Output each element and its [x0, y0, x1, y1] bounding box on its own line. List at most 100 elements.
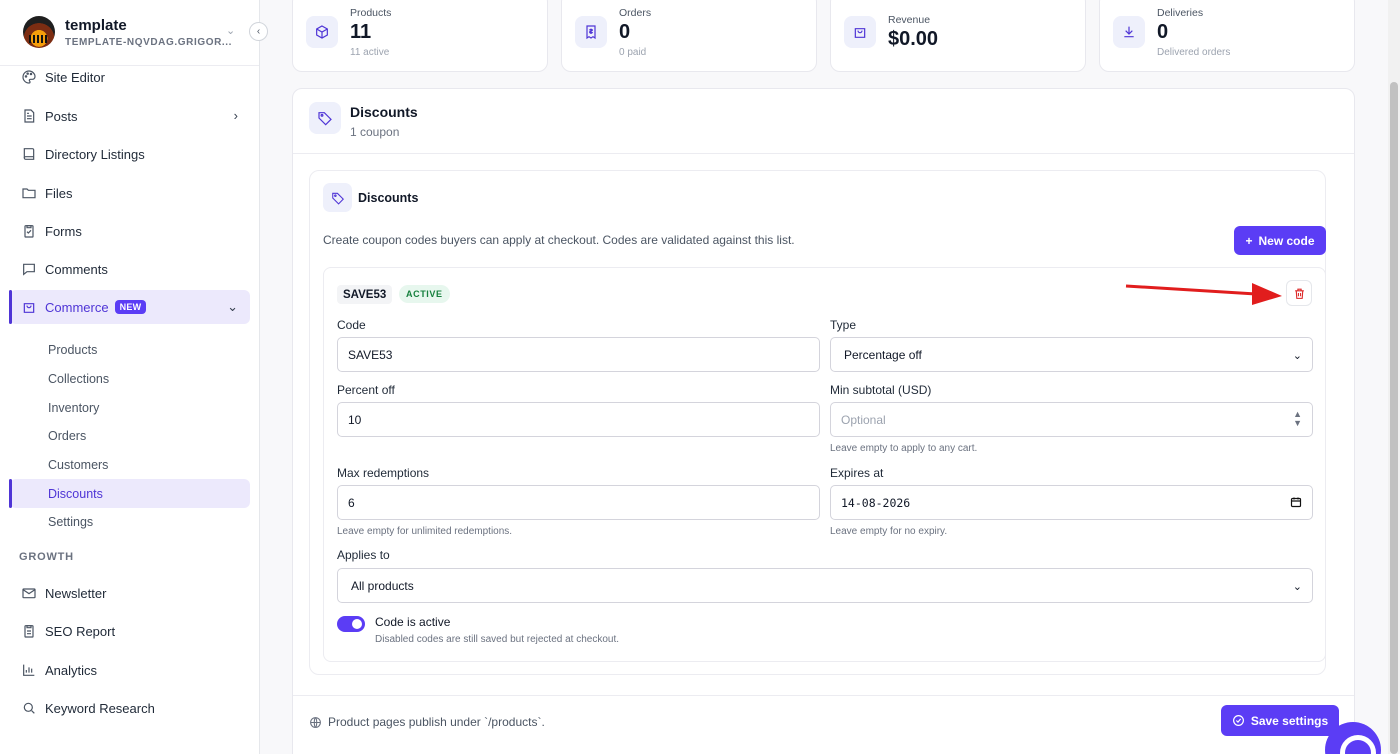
sidebar-item-label: Site Editor — [45, 69, 105, 85]
coupon-code-chip: SAVE53 — [337, 285, 393, 304]
sidebar-item-label: Files — [45, 185, 73, 201]
chevron-down-icon: ⌄ — [1292, 350, 1302, 362]
sidebar-item-analytics[interactable]: Analytics — [10, 653, 250, 687]
globe-icon — [310, 716, 321, 728]
panel-subtitle: 1 coupon — [350, 125, 400, 139]
bag-icon — [21, 299, 37, 315]
sidebar-item-seo-report[interactable]: SEO Report — [10, 614, 250, 648]
panel-title: Discounts — [350, 104, 418, 120]
sidebar-item-label: Forms — [45, 223, 82, 239]
sidebar-item-comments[interactable]: Comments — [10, 252, 250, 286]
sidebar-item-label: Newsletter — [45, 585, 107, 601]
max-redemptions-help: Leave empty for unlimited redemptions. — [337, 526, 513, 537]
chevron-down-icon: ⌄ — [227, 299, 238, 314]
plus-icon: + — [1245, 233, 1253, 248]
site-url: TEMPLATE-NQVDAG.GRIGOR... — [65, 37, 233, 48]
download-icon — [1113, 16, 1145, 48]
tag-icon — [323, 183, 352, 212]
sidebar-subitem-collections[interactable]: Collections — [10, 364, 250, 393]
sidebar-item-commerce[interactable]: Commerce NEW ⌄ — [9, 290, 250, 324]
collapse-sidebar-button[interactable]: ‹ — [249, 22, 268, 41]
sidebar-subitem-inventory[interactable]: Inventory — [10, 393, 250, 422]
stat-label: Orders — [619, 7, 652, 19]
sidebar-subitem-customers[interactable]: Customers — [10, 450, 250, 479]
trash-icon — [1294, 288, 1304, 299]
discounts-section: Discounts Create coupon codes buyers can… — [309, 170, 1326, 675]
active-toggle-label: Code is active — [375, 615, 451, 629]
page-scrollbar[interactable] — [1388, 0, 1400, 754]
number-stepper-icon[interactable]: ▲ ▼ — [1293, 410, 1302, 428]
chevron-right-icon: › — [233, 108, 238, 123]
stat-sub: Delivered orders — [1157, 47, 1231, 58]
min-subtotal-label: Min subtotal (USD) — [830, 383, 932, 397]
max-redemptions-label: Max redemptions — [337, 466, 430, 480]
sidebar-item-files[interactable]: Files — [10, 176, 250, 210]
sidebar-item-keyword-research[interactable]: Keyword Research — [10, 691, 250, 725]
min-subtotal-placeholder: Optional — [841, 412, 886, 427]
site-switcher[interactable]: template TEMPLATE-NQVDAG.GRIGOR... ⌄ — [0, 0, 259, 66]
save-settings-label: Save settings — [1250, 713, 1329, 728]
sidebar-subitem-orders[interactable]: Orders — [10, 421, 250, 450]
stat-card-deliveries: Deliveries 0 Delivered orders — [1099, 0, 1355, 72]
min-subtotal-input[interactable]: Optional ▲ ▼ — [830, 402, 1313, 437]
stat-value: 11 — [350, 21, 372, 43]
stat-value: 0 — [1157, 21, 1169, 43]
footer-note-text: Product pages publish under `/products`. — [328, 715, 545, 729]
code-input[interactable]: SAVE53 — [337, 337, 820, 372]
sidebar-subitem-settings[interactable]: Settings — [10, 507, 250, 536]
stat-value: 0 — [619, 21, 631, 43]
coupon-card: SAVE53 ACTIVE Code SAVE53 Type Percentag… — [323, 267, 1326, 662]
type-value: Percentage off — [844, 347, 922, 362]
stat-value: $0.00 — [888, 28, 939, 50]
max-redemptions-input[interactable]: 6 — [337, 485, 820, 520]
cube-icon — [306, 16, 338, 48]
section-label-growth: GROWTH — [19, 551, 74, 563]
report-icon — [21, 623, 37, 639]
chart-icon — [21, 662, 37, 678]
sidebar-item-label: Commerce — [45, 299, 109, 315]
expires-at-value: 14-08-2026 — [841, 495, 911, 510]
check-circle-icon — [1232, 715, 1244, 726]
sidebar-item-forms[interactable]: Forms — [10, 214, 250, 248]
stat-label: Deliveries — [1157, 7, 1204, 19]
sidebar-item-posts[interactable]: Posts › — [10, 99, 250, 133]
sidebar-item-directory-listings[interactable]: Directory Listings — [10, 137, 250, 171]
site-name: template — [65, 17, 127, 34]
expires-at-input[interactable]: 14-08-2026 — [830, 485, 1313, 520]
stat-card-revenue: Revenue $0.00 — [830, 0, 1086, 72]
new-code-button[interactable]: + New code — [1234, 226, 1326, 255]
stat-label: Products — [350, 7, 392, 19]
save-settings-button[interactable]: Save settings — [1221, 705, 1339, 736]
applies-to-select[interactable]: All products ⌄ — [337, 568, 1313, 603]
divider — [293, 695, 1354, 696]
folder-icon — [21, 185, 37, 201]
active-toggle[interactable] — [337, 616, 365, 632]
applies-to-label: Applies to — [337, 548, 390, 562]
percent-off-input[interactable]: 10 — [337, 402, 820, 437]
sidebar-subitem-products[interactable]: Products — [10, 335, 250, 364]
sidebar-item-label: Directory Listings — [45, 146, 145, 162]
stat-sub: 0 paid — [619, 47, 647, 58]
expires-at-label: Expires at — [830, 466, 884, 480]
bag-icon — [844, 16, 876, 48]
percent-off-label: Percent off — [337, 383, 395, 397]
scrollbar-thumb[interactable] — [1390, 82, 1398, 754]
sidebar-subitem-discounts[interactable]: Discounts — [9, 479, 250, 508]
expires-at-help: Leave empty for no expiry. — [830, 526, 948, 537]
document-icon — [21, 108, 37, 124]
calendar-icon[interactable] — [1290, 496, 1302, 511]
sidebar-item-label: Analytics — [45, 662, 98, 678]
type-label: Type — [830, 318, 857, 332]
type-select[interactable]: Percentage off ⌄ — [830, 337, 1313, 372]
chevron-down-icon: ⌄ — [1292, 581, 1302, 593]
tag-icon — [309, 102, 341, 134]
sidebar: template TEMPLATE-NQVDAG.GRIGOR... ⌄ ‹ S… — [0, 0, 268, 754]
active-toggle-help: Disabled codes are still saved but rejec… — [375, 634, 620, 645]
site-logo — [23, 16, 55, 48]
sidebar-item-newsletter[interactable]: Newsletter — [10, 576, 250, 610]
sidebar-item-site-editor[interactable]: Site Editor — [10, 60, 250, 94]
delete-coupon-button[interactable] — [1286, 280, 1312, 306]
mail-icon — [21, 585, 37, 601]
sidebar-item-label: SEO Report — [45, 623, 116, 639]
palette-icon — [21, 69, 37, 85]
